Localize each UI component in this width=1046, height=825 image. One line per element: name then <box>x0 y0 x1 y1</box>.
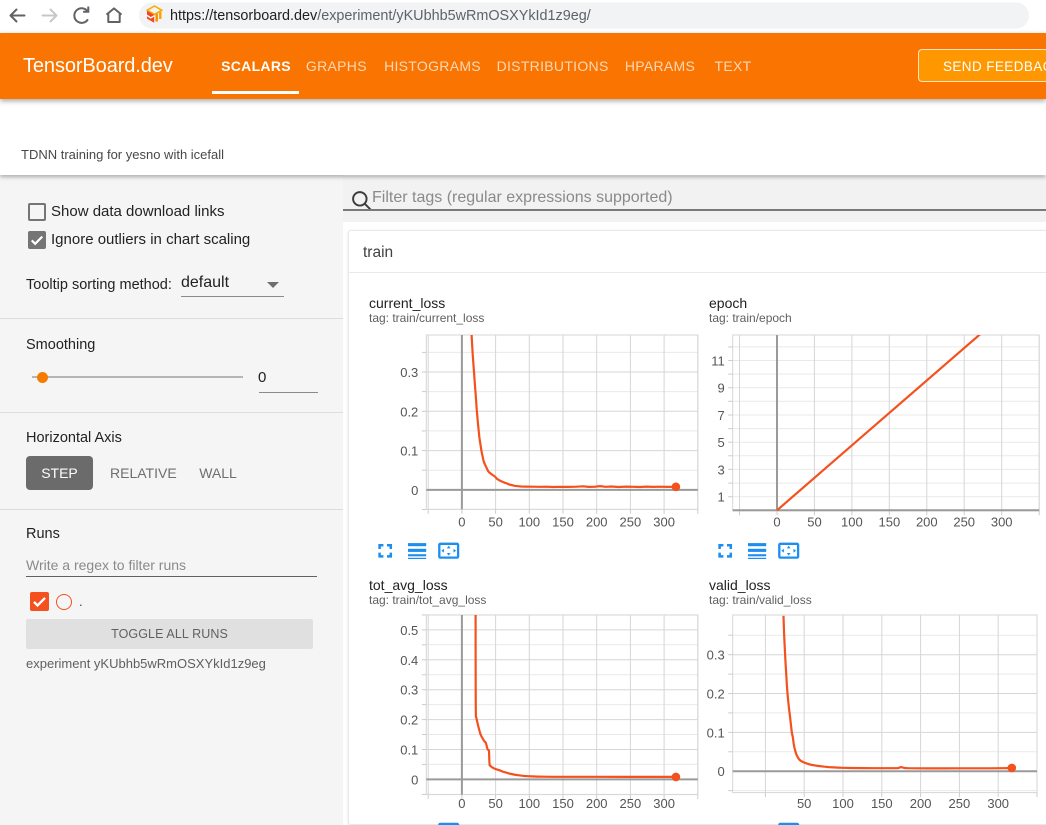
svg-text:0.2: 0.2 <box>707 687 725 702</box>
svg-text:200: 200 <box>910 796 932 811</box>
svg-text:150: 150 <box>552 514 574 529</box>
svg-text:300: 300 <box>991 514 1013 529</box>
svg-text:0.2: 0.2 <box>400 713 418 728</box>
svg-text:300: 300 <box>653 514 675 529</box>
svg-text:0: 0 <box>458 514 465 529</box>
svg-text:0.1: 0.1 <box>400 743 418 758</box>
svg-text:0.4: 0.4 <box>400 653 418 668</box>
svg-text:200: 200 <box>916 514 938 529</box>
svg-text:50: 50 <box>488 796 502 811</box>
svg-text:100: 100 <box>832 796 854 811</box>
svg-text:0: 0 <box>773 514 780 529</box>
svg-text:0.3: 0.3 <box>400 365 418 380</box>
svg-text:0.1: 0.1 <box>707 725 725 740</box>
svg-text:100: 100 <box>518 796 540 811</box>
svg-text:50: 50 <box>807 514 821 529</box>
svg-text:300: 300 <box>653 796 675 811</box>
svg-text:250: 250 <box>949 796 971 811</box>
svg-text:3: 3 <box>717 462 724 477</box>
svg-text:250: 250 <box>953 514 975 529</box>
svg-text:0.5: 0.5 <box>400 623 418 638</box>
svg-text:0.3: 0.3 <box>707 648 725 663</box>
svg-text:200: 200 <box>586 796 608 811</box>
svg-text:200: 200 <box>586 514 608 529</box>
svg-text:0.2: 0.2 <box>400 404 418 419</box>
svg-text:0: 0 <box>411 772 418 787</box>
svg-text:300: 300 <box>987 796 1009 811</box>
svg-text:250: 250 <box>620 796 642 811</box>
svg-text:9: 9 <box>717 381 724 396</box>
svg-text:100: 100 <box>518 514 540 529</box>
svg-text:100: 100 <box>841 514 863 529</box>
svg-text:0: 0 <box>458 796 465 811</box>
svg-text:11: 11 <box>711 354 725 369</box>
svg-text:0.1: 0.1 <box>400 444 418 459</box>
svg-text:7: 7 <box>717 408 724 423</box>
svg-text:250: 250 <box>620 514 642 529</box>
svg-text:0.3: 0.3 <box>400 683 418 698</box>
svg-text:150: 150 <box>879 514 901 529</box>
svg-text:150: 150 <box>552 796 574 811</box>
svg-text:150: 150 <box>871 796 893 811</box>
svg-text:5: 5 <box>717 435 724 450</box>
svg-text:50: 50 <box>488 514 502 529</box>
svg-text:0: 0 <box>717 764 724 779</box>
svg-text:1: 1 <box>717 490 724 505</box>
svg-text:50: 50 <box>797 796 811 811</box>
svg-text:0: 0 <box>411 483 418 498</box>
